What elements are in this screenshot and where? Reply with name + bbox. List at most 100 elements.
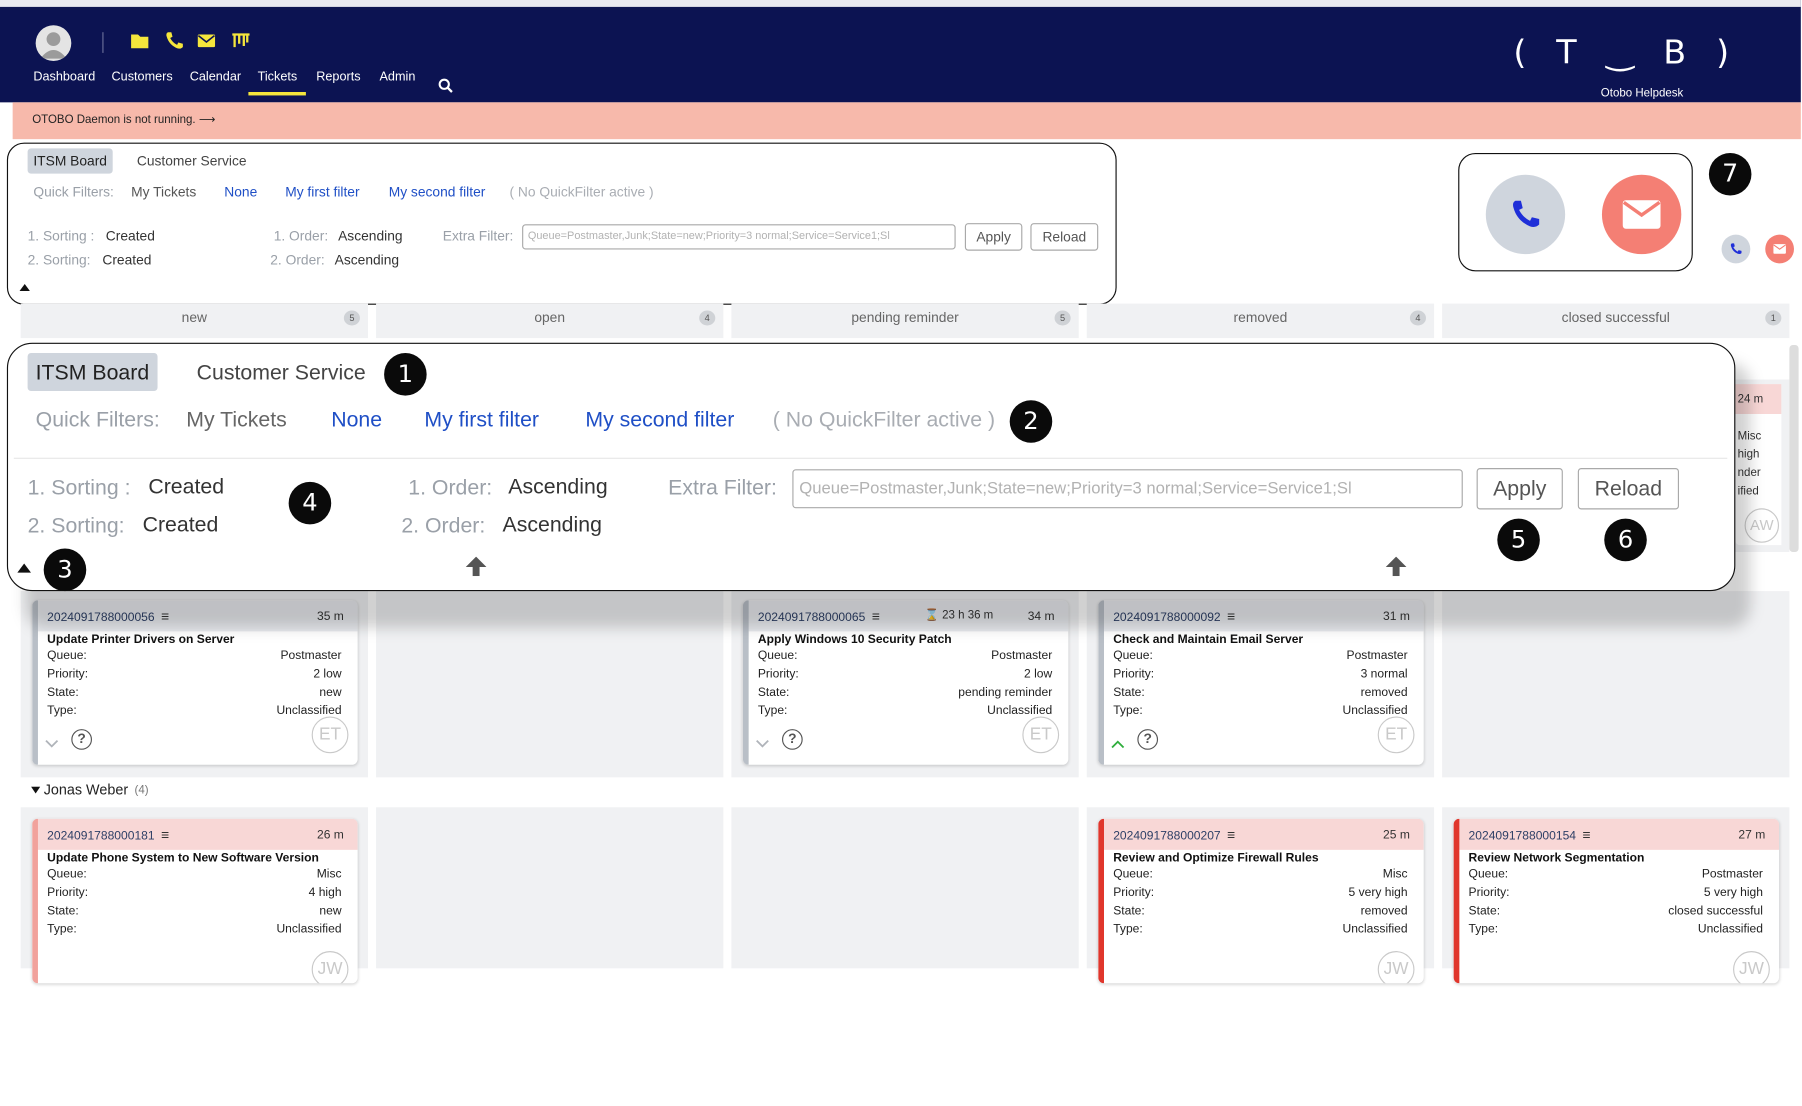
chevron-down-icon[interactable] [45, 739, 59, 748]
nav-reports[interactable]: Reports [316, 70, 360, 84]
ticket-title[interactable]: Update Phone System to New Software Vers… [47, 851, 319, 865]
ticket-age: 27 m [1738, 828, 1766, 842]
collapse-caret-small-icon[interactable] [19, 284, 30, 291]
nav-admin[interactable]: Admin [380, 70, 416, 84]
chevron-up-icon[interactable] [1111, 739, 1125, 749]
order1-value-small[interactable]: Ascending [338, 228, 402, 244]
board-icon[interactable] [231, 31, 251, 51]
new-email-ticket-button[interactable] [1601, 174, 1682, 255]
folder-icon[interactable] [130, 31, 150, 51]
email-icon [1773, 244, 1786, 254]
sorting1-value[interactable]: Created [148, 474, 224, 499]
extra-filter-input-small[interactable]: Queue=Postmaster,Junk;State=new;Priority… [522, 224, 956, 250]
state-value: removed [1360, 903, 1408, 918]
quickfilter-my-tickets[interactable]: My Tickets [186, 407, 286, 432]
nav-dashboard[interactable]: Dashboard [33, 70, 95, 84]
extra-filter-label: Extra Filter: [668, 474, 777, 500]
type-label: Type: [1113, 703, 1143, 718]
nav-tickets[interactable]: Tickets [258, 70, 298, 84]
email-ticket-small-button[interactable] [1765, 234, 1794, 264]
type-value: Unclassified [1697, 922, 1763, 937]
tab-customer-service[interactable]: Customer Service [197, 360, 366, 385]
sorting1-label-small: 1. Sorting : [27, 227, 95, 244]
sorting2-value[interactable]: Created [143, 512, 219, 537]
menu-icon[interactable]: ≡ [161, 827, 169, 843]
order1-label: 1. Order: [408, 474, 493, 500]
order2-label-small: 2. Order: [270, 251, 325, 268]
board-scrollbar[interactable] [1789, 345, 1799, 552]
tab-itsm-board[interactable]: ITSM Board [27, 353, 158, 391]
column-count: 1 [1765, 310, 1782, 326]
quickfilter-first-filter[interactable]: My first filter [424, 407, 539, 432]
quickfilter-second-filter[interactable]: My second filter [585, 407, 734, 432]
help-icon[interactable]: ? [1137, 729, 1159, 750]
ticket-title[interactable]: Apply Windows 10 Security Patch [758, 633, 952, 647]
quickfilter-second-small[interactable]: My second filter [389, 184, 486, 200]
nav-customers[interactable]: Customers [112, 70, 173, 84]
order2-value-small[interactable]: Ascending [335, 252, 399, 268]
queue-label: Queue: [1113, 648, 1153, 663]
toolbar-divider [13, 457, 1728, 459]
nav-calendar[interactable]: Calendar [190, 70, 241, 84]
quickfilter-first-small[interactable]: My first filter [285, 184, 359, 200]
user-avatar[interactable] [35, 25, 72, 61]
column-count: 5 [343, 310, 360, 326]
help-icon[interactable]: ? [71, 729, 92, 750]
ticket-number[interactable]: 2024091788000154 [1469, 829, 1576, 843]
ticket-card[interactable]: 2024091788000154 ≡ 27 m Review Network S… [1453, 818, 1780, 984]
owner-avatar[interactable]: ET [311, 716, 349, 754]
ticket-number[interactable]: 2024091788000181 [47, 829, 154, 843]
caret-down-icon[interactable] [31, 786, 41, 794]
owner-avatar[interactable]: JW [1733, 951, 1770, 984]
ticket-title[interactable]: Review Network Segmentation [1469, 851, 1645, 865]
ticket-card[interactable]: 2024091788000207 ≡ 25 m Review and Optim… [1098, 818, 1424, 984]
sorting2-value-small[interactable]: Created [102, 252, 151, 268]
priority-value: 4 high [308, 885, 342, 900]
owner-avatar[interactable]: JW [311, 951, 349, 984]
phone-ticket-small-button[interactable] [1721, 234, 1751, 264]
apply-button[interactable]: Apply [1476, 468, 1563, 510]
order2-value[interactable]: Ascending [503, 512, 602, 537]
callout-4: 4 [288, 481, 332, 525]
daemon-notice: OTOBO Daemon is not running. ⟶ [12, 102, 1801, 140]
priority-label: Priority: [1468, 885, 1510, 900]
menu-icon[interactable]: ≡ [1582, 827, 1590, 843]
column-name: pending reminder [851, 309, 959, 326]
type-label: Type: [1113, 922, 1143, 937]
owner-avatar[interactable]: ET [1022, 716, 1060, 754]
column-name: removed [1233, 309, 1288, 326]
daemon-notice-text[interactable]: OTOBO Daemon is not running. ⟶ [32, 114, 215, 127]
apply-button-small[interactable]: Apply [964, 223, 1023, 251]
quickfilter-none-small[interactable]: None [224, 184, 257, 200]
ticket-title[interactable]: Check and Maintain Email Server [1113, 633, 1303, 647]
reload-button-small[interactable]: Reload [1030, 223, 1099, 251]
quickfilter-my-tickets-small[interactable]: My Tickets [131, 184, 196, 200]
menu-icon[interactable]: ≡ [1227, 827, 1235, 843]
search-icon[interactable] [438, 78, 453, 93]
email-icon[interactable] [197, 31, 217, 51]
callout-2: 2 [1009, 400, 1053, 443]
priority-value: 2 low [313, 667, 342, 681]
quickfilter-status: ( No QuickFilter active ) [772, 407, 996, 432]
sorting1-value-small[interactable]: Created [106, 228, 155, 244]
owner-avatar[interactable]: JW [1377, 951, 1415, 984]
extra-filter-input[interactable]: Queue=Postmaster,Junk;State=new;Priority… [792, 469, 1463, 509]
ticket-card[interactable]: 2024091788000181 ≡ 26 m Update Phone Sys… [32, 818, 358, 984]
queue-label: Queue: [47, 867, 87, 881]
ticket-number[interactable]: 2024091788000207 [1113, 829, 1220, 843]
phone-icon [1730, 243, 1742, 255]
reload-button[interactable]: Reload [1577, 468, 1679, 510]
quickfilter-none[interactable]: None [331, 407, 382, 432]
owner-avatar[interactable]: ET [1377, 716, 1415, 754]
order1-value[interactable]: Ascending [508, 474, 607, 499]
collapse-caret-icon[interactable] [17, 563, 32, 573]
ticket-title[interactable]: Update Printer Drivers on Server [47, 633, 234, 647]
chevron-down-icon[interactable] [756, 739, 770, 748]
tab-itsm-board-small[interactable]: ITSM Board [27, 148, 113, 174]
tab-customer-service-small[interactable]: Customer Service [137, 153, 247, 169]
phone-icon[interactable] [164, 31, 184, 51]
help-icon[interactable]: ? [782, 729, 803, 750]
new-phone-ticket-button[interactable] [1485, 174, 1566, 255]
owner-group-name[interactable]: Jonas Weber [44, 782, 128, 798]
ticket-title[interactable]: Review and Optimize Firewall Rules [1113, 851, 1318, 865]
